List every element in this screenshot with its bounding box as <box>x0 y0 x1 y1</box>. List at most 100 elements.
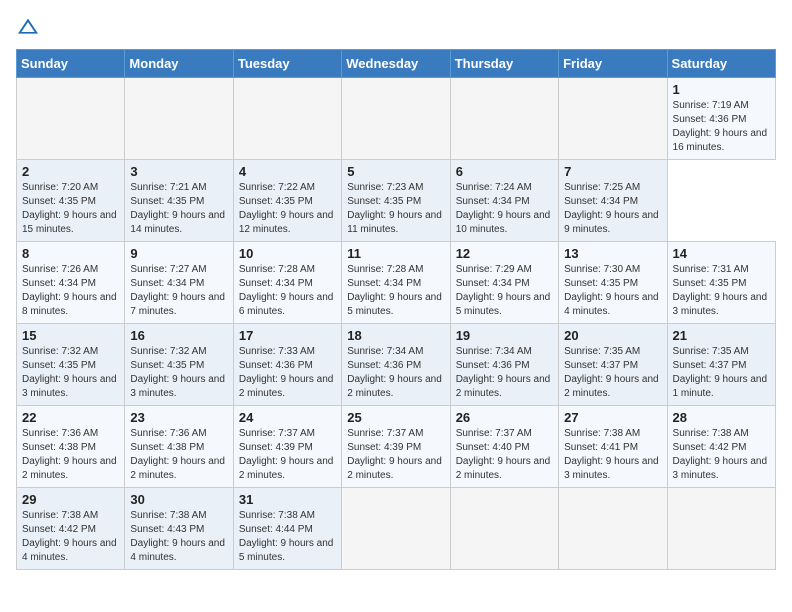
calendar-cell: 23 Sunrise: 7:36 AMSunset: 4:38 PMDayligh… <box>125 406 233 488</box>
cell-content: Sunrise: 7:38 AMSunset: 4:42 PMDaylight:… <box>673 427 770 483</box>
cell-content: Sunrise: 7:34 AMSunset: 4:36 PMDaylight:… <box>456 345 553 401</box>
calendar-cell: 30 Sunrise: 7:38 AMSunset: 4:43 PMDayligh… <box>125 488 233 570</box>
day-number: 18 <box>347 328 444 343</box>
day-number: 15 <box>22 328 119 343</box>
day-number: 21 <box>673 328 770 343</box>
calendar-cell: 1 Sunrise: 7:19 AMSunset: 4:36 PMDaylight… <box>667 78 775 160</box>
day-number: 10 <box>239 246 336 261</box>
day-number: 2 <box>22 164 119 179</box>
page-header <box>16 16 776 37</box>
calendar-cell: 25 Sunrise: 7:37 AMSunset: 4:39 PMDayligh… <box>342 406 450 488</box>
col-header-thursday: Thursday <box>450 50 558 78</box>
calendar-cell: 16Sunrise: 7:32 AMSunset: 4:35 PMDayligh… <box>125 324 233 406</box>
col-header-monday: Monday <box>125 50 233 78</box>
calendar-table: SundayMondayTuesdayWednesdayThursdayFrid… <box>16 49 776 570</box>
cell-content: Sunrise: 7:35 AMSunset: 4:37 PMDaylight:… <box>673 345 770 401</box>
cell-content: Sunrise: 7:37 AMSunset: 4:39 PMDaylight:… <box>347 427 444 483</box>
calendar-cell: 28 Sunrise: 7:38 AMSunset: 4:42 PMDayligh… <box>667 406 775 488</box>
calendar-cell: 7Sunrise: 7:25 AMSunset: 4:34 PMDaylight… <box>559 160 667 242</box>
cell-content: Sunrise: 7:21 AMSunset: 4:35 PMDaylight:… <box>130 181 227 237</box>
calendar-cell: 15 Sunrise: 7:32 AMSunset: 4:35 PMDayligh… <box>17 324 125 406</box>
cell-content: Sunrise: 7:32 AMSunset: 4:35 PMDaylight:… <box>22 345 119 401</box>
day-number: 7 <box>564 164 661 179</box>
calendar-cell <box>559 488 667 570</box>
col-header-tuesday: Tuesday <box>233 50 341 78</box>
day-number: 8 <box>22 246 119 261</box>
calendar-cell: 13 Sunrise: 7:30 AMSunset: 4:35 PMDayligh… <box>559 242 667 324</box>
cell-content: Sunrise: 7:27 AMSunset: 4:34 PMDaylight:… <box>130 263 227 319</box>
cell-content: Sunrise: 7:19 AMSunset: 4:36 PMDaylight:… <box>673 99 770 155</box>
cell-content: Sunrise: 7:23 AMSunset: 4:35 PMDaylight:… <box>347 181 444 237</box>
day-number: 23 <box>130 410 227 425</box>
calendar-cell: 6Sunrise: 7:24 AMSunset: 4:34 PMDaylight… <box>450 160 558 242</box>
cell-content: Sunrise: 7:38 AMSunset: 4:43 PMDaylight:… <box>130 509 227 565</box>
day-number: 19 <box>456 328 553 343</box>
day-number: 20 <box>564 328 661 343</box>
calendar-cell: 22 Sunrise: 7:36 AMSunset: 4:38 PMDayligh… <box>17 406 125 488</box>
calendar-cell: 27Sunrise: 7:38 AMSunset: 4:41 PMDayligh… <box>559 406 667 488</box>
calendar-cell: 31 Sunrise: 7:38 AMSunset: 4:44 PMDayligh… <box>233 488 341 570</box>
calendar-cell: 4 Sunrise: 7:22 AMSunset: 4:35 PMDaylight… <box>233 160 341 242</box>
calendar-cell: 10 Sunrise: 7:28 AMSunset: 4:34 PMDayligh… <box>233 242 341 324</box>
day-number: 4 <box>239 164 336 179</box>
cell-content: Sunrise: 7:37 AMSunset: 4:39 PMDaylight:… <box>239 427 336 483</box>
cell-content: Sunrise: 7:28 AMSunset: 4:34 PMDaylight:… <box>239 263 336 319</box>
day-number: 27 <box>564 410 661 425</box>
calendar-cell: 12 Sunrise: 7:29 AMSunset: 4:34 PMDayligh… <box>450 242 558 324</box>
calendar-cell: 14Sunrise: 7:31 AMSunset: 4:35 PMDayligh… <box>667 242 775 324</box>
cell-content: Sunrise: 7:29 AMSunset: 4:34 PMDaylight:… <box>456 263 553 319</box>
day-number: 9 <box>130 246 227 261</box>
cell-content: Sunrise: 7:22 AMSunset: 4:35 PMDaylight:… <box>239 181 336 237</box>
day-number: 24 <box>239 410 336 425</box>
day-number: 25 <box>347 410 444 425</box>
calendar-cell <box>450 78 558 160</box>
calendar-cell: 9 Sunrise: 7:27 AMSunset: 4:34 PMDaylight… <box>125 242 233 324</box>
calendar-cell: 20 Sunrise: 7:35 AMSunset: 4:37 PMDayligh… <box>559 324 667 406</box>
calendar-cell: 8Sunrise: 7:26 AMSunset: 4:34 PMDaylight… <box>17 242 125 324</box>
cell-content: Sunrise: 7:35 AMSunset: 4:37 PMDaylight:… <box>564 345 661 401</box>
day-number: 5 <box>347 164 444 179</box>
calendar-cell <box>450 488 558 570</box>
calendar-cell <box>667 488 775 570</box>
calendar-cell: 29Sunrise: 7:38 AMSunset: 4:42 PMDayligh… <box>17 488 125 570</box>
cell-content: Sunrise: 7:38 AMSunset: 4:42 PMDaylight:… <box>22 509 119 565</box>
cell-content: Sunrise: 7:36 AMSunset: 4:38 PMDaylight:… <box>130 427 227 483</box>
day-number: 3 <box>130 164 227 179</box>
day-number: 22 <box>22 410 119 425</box>
calendar-cell: 21 Sunrise: 7:35 AMSunset: 4:37 PMDayligh… <box>667 324 775 406</box>
calendar-week-4: 15 Sunrise: 7:32 AMSunset: 4:35 PMDayligh… <box>17 324 776 406</box>
day-number: 26 <box>456 410 553 425</box>
col-header-friday: Friday <box>559 50 667 78</box>
calendar-cell: 24 Sunrise: 7:37 AMSunset: 4:39 PMDayligh… <box>233 406 341 488</box>
calendar-cell <box>233 78 341 160</box>
calendar-cell: 19 Sunrise: 7:34 AMSunset: 4:36 PMDayligh… <box>450 324 558 406</box>
calendar-week-3: 8Sunrise: 7:26 AMSunset: 4:34 PMDaylight… <box>17 242 776 324</box>
calendar-week-5: 22 Sunrise: 7:36 AMSunset: 4:38 PMDayligh… <box>17 406 776 488</box>
day-number: 13 <box>564 246 661 261</box>
cell-content: Sunrise: 7:37 AMSunset: 4:40 PMDaylight:… <box>456 427 553 483</box>
day-number: 1 <box>673 82 770 97</box>
day-number: 28 <box>673 410 770 425</box>
cell-content: Sunrise: 7:36 AMSunset: 4:38 PMDaylight:… <box>22 427 119 483</box>
col-header-wednesday: Wednesday <box>342 50 450 78</box>
cell-content: Sunrise: 7:30 AMSunset: 4:35 PMDaylight:… <box>564 263 661 319</box>
calendar-cell: 11 Sunrise: 7:28 AMSunset: 4:34 PMDayligh… <box>342 242 450 324</box>
cell-content: Sunrise: 7:38 AMSunset: 4:44 PMDaylight:… <box>239 509 336 565</box>
cell-content: Sunrise: 7:33 AMSunset: 4:36 PMDaylight:… <box>239 345 336 401</box>
cell-content: Sunrise: 7:28 AMSunset: 4:34 PMDaylight:… <box>347 263 444 319</box>
calendar-cell <box>17 78 125 160</box>
calendar-week-1: 1 Sunrise: 7:19 AMSunset: 4:36 PMDaylight… <box>17 78 776 160</box>
calendar-cell: 3 Sunrise: 7:21 AMSunset: 4:35 PMDaylight… <box>125 160 233 242</box>
cell-content: Sunrise: 7:20 AMSunset: 4:35 PMDaylight:… <box>22 181 119 237</box>
cell-content: Sunrise: 7:34 AMSunset: 4:36 PMDaylight:… <box>347 345 444 401</box>
calendar-cell: 17Sunrise: 7:33 AMSunset: 4:36 PMDayligh… <box>233 324 341 406</box>
calendar-cell <box>559 78 667 160</box>
calendar-cell: 26 Sunrise: 7:37 AMSunset: 4:40 PMDayligh… <box>450 406 558 488</box>
day-number: 31 <box>239 492 336 507</box>
day-number: 30 <box>130 492 227 507</box>
calendar-week-6: 29Sunrise: 7:38 AMSunset: 4:42 PMDayligh… <box>17 488 776 570</box>
calendar-cell <box>125 78 233 160</box>
calendar-cell: 2 Sunrise: 7:20 AMSunset: 4:35 PMDaylight… <box>17 160 125 242</box>
day-number: 11 <box>347 246 444 261</box>
day-number: 12 <box>456 246 553 261</box>
